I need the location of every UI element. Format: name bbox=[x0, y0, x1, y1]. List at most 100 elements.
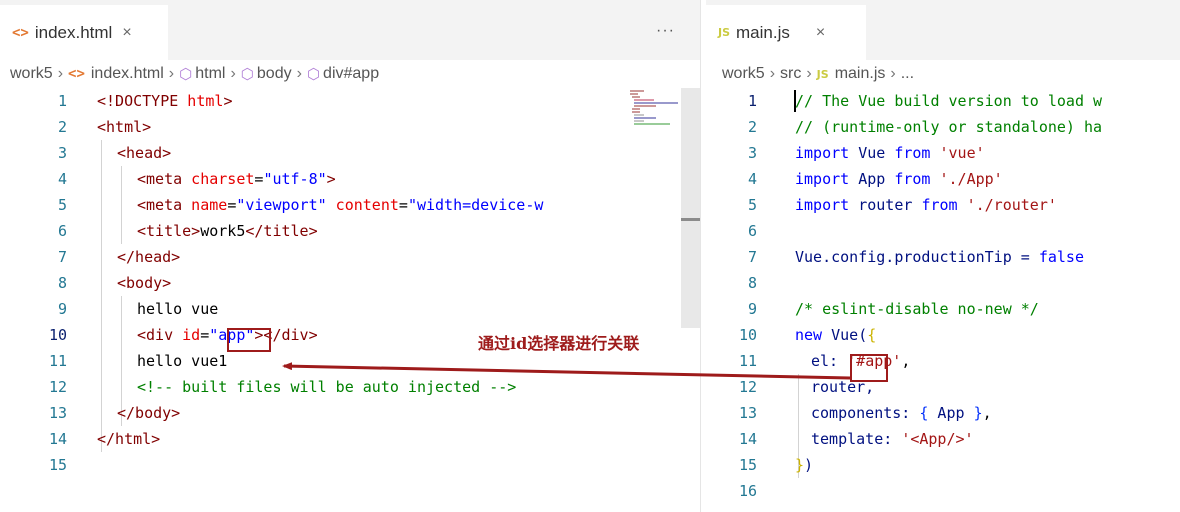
code-line: 3 import Vue from 'vue' bbox=[706, 140, 1180, 166]
line-number: 5 bbox=[747, 196, 757, 214]
close-icon[interactable]: × bbox=[122, 24, 131, 42]
line-number: 2 bbox=[747, 118, 757, 136]
code-line: 3 <head> bbox=[0, 140, 700, 166]
code-line: 9 hello vue bbox=[0, 296, 700, 322]
line-number: 2 bbox=[57, 118, 67, 136]
html-file-icon: <> bbox=[68, 66, 85, 82]
breadcrumb-item-more[interactable]: ... bbox=[901, 65, 914, 83]
close-icon[interactable]: × bbox=[816, 24, 825, 42]
code-line: 8 <body> bbox=[0, 270, 700, 296]
breadcrumb-item-div-app[interactable]: div#app bbox=[323, 65, 379, 83]
html-file-icon: <> bbox=[12, 24, 29, 41]
line-number: 5 bbox=[57, 196, 67, 214]
code-line: 6 bbox=[706, 218, 1180, 244]
code-line: 7 </head> bbox=[0, 244, 700, 270]
code-line: 9/* eslint-disable no-new */ bbox=[706, 296, 1180, 322]
chevron-right-icon: › bbox=[230, 65, 236, 82]
line-number: 11 bbox=[738, 352, 757, 370]
code-line: 2// (runtime-only or standalone) ha bbox=[706, 114, 1180, 140]
code-line: 14 </html> bbox=[0, 426, 700, 452]
line-number: 15 bbox=[738, 456, 757, 474]
breadcrumb: work5 › src › JS main.js › ... bbox=[706, 60, 1180, 88]
code-line: 13 components: { App }, bbox=[706, 400, 1180, 426]
chevron-right-icon: › bbox=[769, 65, 776, 82]
code-line: 15}) bbox=[706, 452, 1180, 478]
code-line: 10 new Vue({ bbox=[706, 322, 1180, 348]
line-number: 13 bbox=[48, 404, 67, 422]
javascript-file-icon: JS bbox=[718, 26, 731, 39]
breadcrumb: work5 › <> index.html › ⬡ html › ⬡ body … bbox=[0, 60, 700, 88]
code-line: 4 import App from './App' bbox=[706, 166, 1180, 192]
left-editor-pane: <> index.html × ··· work5 › <> index.htm… bbox=[0, 0, 700, 512]
cube-icon: ⬡ bbox=[179, 66, 193, 83]
vertical-scrollbar[interactable] bbox=[681, 88, 700, 328]
line-number: 1 bbox=[57, 92, 67, 110]
tab-index-html[interactable]: <> index.html × bbox=[0, 5, 168, 60]
breadcrumb-item-index-html[interactable]: index.html bbox=[91, 65, 164, 83]
tab-main-js[interactable]: JS main.js × bbox=[706, 5, 866, 60]
line-number: 9 bbox=[57, 300, 67, 318]
code-line: 13 </body> bbox=[0, 400, 700, 426]
cube-icon: ⬡ bbox=[306, 66, 321, 83]
code-line: 12 router, bbox=[706, 374, 1180, 400]
right-tab-bar: JS main.js × bbox=[706, 0, 1180, 60]
line-number: 10 bbox=[738, 326, 757, 344]
code-line: 11 el: '#app', bbox=[706, 348, 1180, 374]
line-number: 1 bbox=[747, 92, 757, 110]
line-number: 8 bbox=[747, 274, 757, 292]
code-line: 8 bbox=[706, 270, 1180, 296]
highlight-box-js-el bbox=[850, 354, 888, 382]
line-number: 15 bbox=[48, 456, 67, 474]
line-number: 12 bbox=[48, 378, 67, 396]
tab-label: index.html bbox=[34, 22, 113, 42]
annotation-label: 通过id选择器进行关联 bbox=[478, 334, 640, 353]
breadcrumb-item-main-js[interactable]: main.js bbox=[835, 65, 886, 83]
line-number: 14 bbox=[738, 430, 757, 448]
line-number: 16 bbox=[738, 482, 757, 500]
line-number: 4 bbox=[747, 170, 757, 188]
breadcrumb-item-work5[interactable]: work5 bbox=[10, 65, 53, 83]
line-number: 3 bbox=[57, 144, 67, 162]
code-line: 5 <meta name="viewport" content="width=de… bbox=[0, 192, 700, 218]
line-number: 7 bbox=[747, 248, 757, 266]
code-line: 4 <meta charset="utf-8"> bbox=[0, 166, 700, 192]
line-number: 9 bbox=[747, 300, 757, 318]
code-line: 5 import router from './router' bbox=[706, 192, 1180, 218]
line-number: 11 bbox=[48, 352, 67, 370]
code-line: 2 <html> bbox=[0, 114, 700, 140]
code-line: 16 bbox=[706, 478, 1180, 504]
chevron-right-icon: › bbox=[806, 65, 812, 82]
code-line: 6 <title>work5</title> bbox=[0, 218, 700, 244]
code-line: 1// The Vue build version to load w bbox=[706, 88, 1180, 114]
line-number: 8 bbox=[57, 274, 67, 292]
line-number: 13 bbox=[738, 404, 757, 422]
chevron-right-icon: › bbox=[57, 65, 64, 82]
scrollbar-thumb[interactable] bbox=[681, 218, 700, 221]
minimap[interactable] bbox=[620, 88, 680, 328]
code-line: 15 bbox=[0, 452, 700, 478]
chevron-right-icon: › bbox=[168, 65, 175, 82]
line-number: 10 bbox=[48, 326, 67, 344]
tab-label: main.js bbox=[736, 22, 790, 42]
breadcrumb-item-body[interactable]: body bbox=[257, 65, 292, 83]
highlight-box-html-id bbox=[227, 328, 271, 352]
breadcrumb-item-src[interactable]: src bbox=[780, 65, 801, 83]
line-number: 3 bbox=[747, 144, 757, 162]
line-number: 12 bbox=[738, 378, 757, 396]
chevron-right-icon: › bbox=[890, 65, 896, 82]
more-actions-button[interactable]: ··· bbox=[656, 22, 675, 40]
javascript-file-icon: JS bbox=[816, 67, 829, 81]
breadcrumb-item-work5[interactable]: work5 bbox=[722, 65, 765, 83]
right-editor-pane: JS main.js × work5 › src › JS main.js › … bbox=[706, 0, 1180, 512]
line-number: 7 bbox=[57, 248, 67, 266]
breadcrumb-item-html[interactable]: html bbox=[195, 65, 225, 83]
line-number: 6 bbox=[747, 222, 757, 240]
chevron-right-icon: › bbox=[296, 65, 302, 82]
code-line: 7 Vue.config.productionTip = false bbox=[706, 244, 1180, 270]
line-number: 4 bbox=[57, 170, 67, 188]
code-line: 14 template: '<App/>' bbox=[706, 426, 1180, 452]
code-line: 12 <!-- built files will be auto injected… bbox=[0, 374, 700, 400]
line-number: 14 bbox=[48, 430, 67, 448]
left-tab-bar: <> index.html × ··· bbox=[0, 0, 700, 60]
cube-icon: ⬡ bbox=[240, 66, 254, 83]
